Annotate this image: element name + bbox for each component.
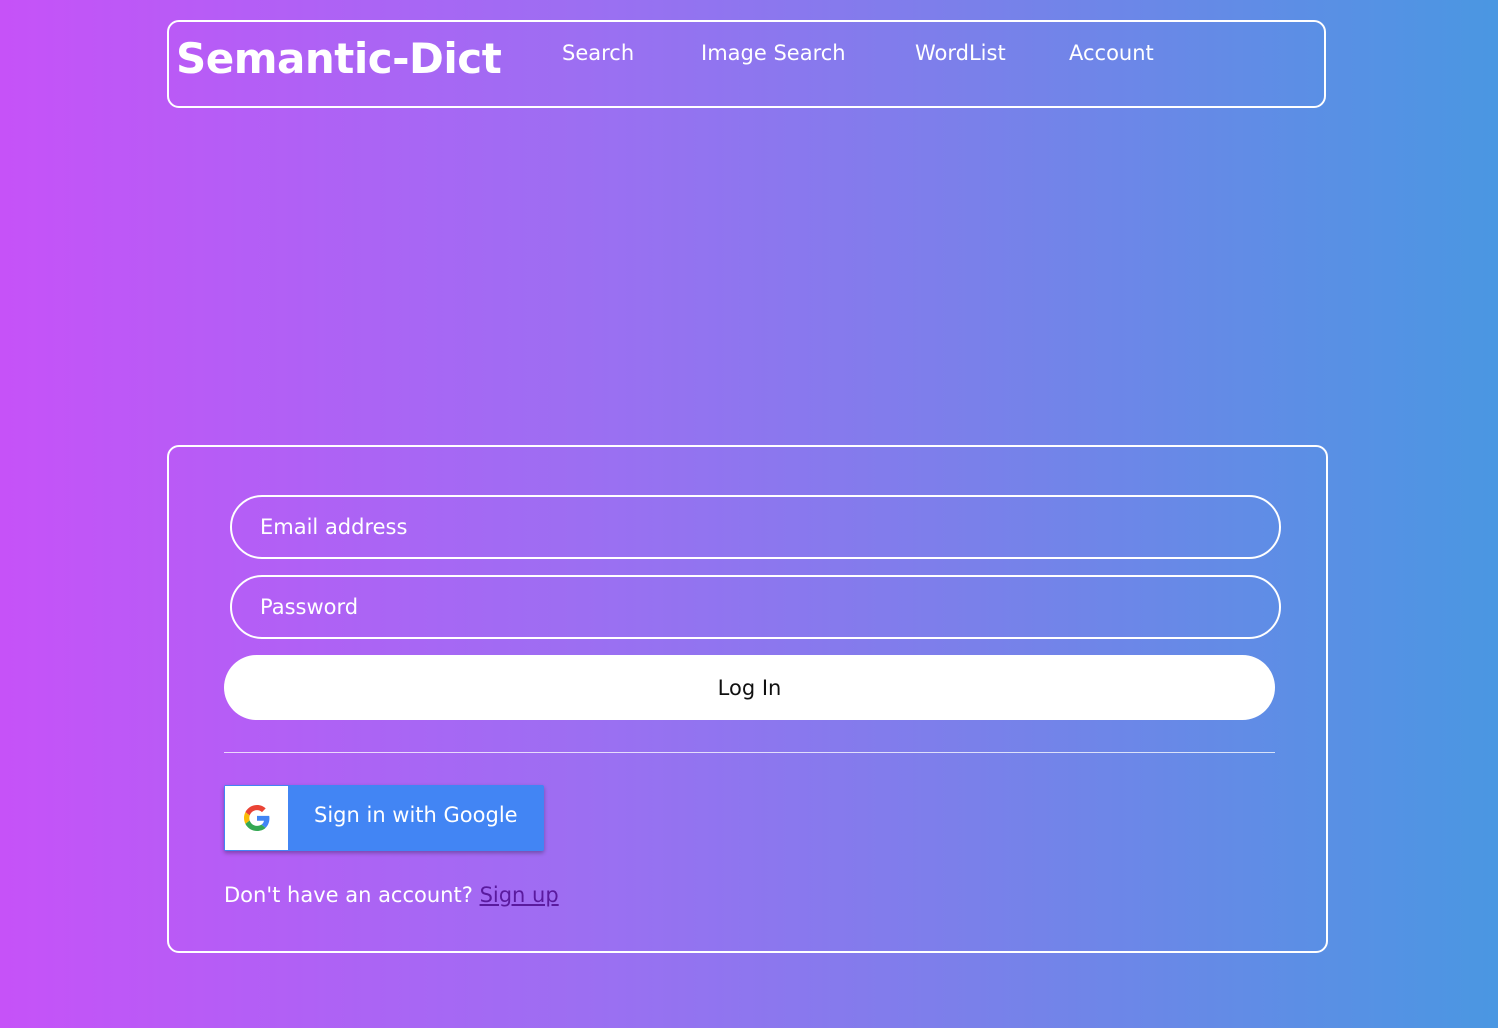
google-sign-in-label: Sign in with Google — [314, 803, 518, 827]
google-icon-container — [225, 786, 288, 850]
nav-link-wordlist[interactable]: WordList — [915, 41, 1006, 65]
nav-link-account[interactable]: Account — [1069, 41, 1154, 65]
google-g-icon — [243, 805, 269, 831]
navbar: Semantic-Dict Search Image Search WordLi… — [167, 20, 1326, 108]
brand-logo[interactable]: Semantic-Dict — [176, 34, 502, 83]
signup-prompt-text: Don't have an account? — [224, 883, 473, 907]
divider — [224, 752, 1275, 753]
login-card: Log In Sign in with Google Don't have an… — [167, 445, 1328, 953]
nav-link-image-search[interactable]: Image Search — [701, 41, 846, 65]
nav-link-search[interactable]: Search — [562, 41, 634, 65]
signup-prompt-line: Don't have an account? Sign up — [224, 883, 559, 907]
google-sign-in-button[interactable]: Sign in with Google — [224, 785, 544, 851]
email-field[interactable] — [230, 495, 1281, 559]
login-button[interactable]: Log In — [224, 655, 1275, 720]
signup-link[interactable]: Sign up — [480, 883, 559, 907]
password-field[interactable] — [230, 575, 1281, 639]
